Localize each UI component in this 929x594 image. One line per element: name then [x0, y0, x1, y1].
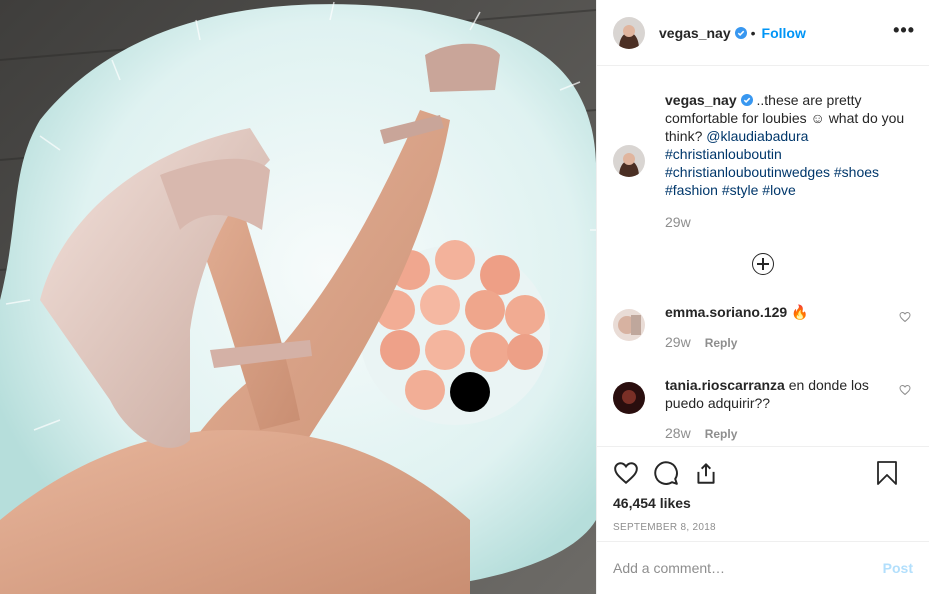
caption-mention-link[interactable]: @klaudiabadura — [706, 128, 808, 144]
comment-body: emma.soriano.129 🔥 29w Reply — [665, 303, 895, 352]
heart-icon[interactable] — [613, 460, 639, 486]
post-image[interactable] — [0, 0, 596, 594]
hashtag-link[interactable]: #love — [762, 182, 795, 198]
comment-icon[interactable] — [653, 460, 679, 486]
caption-age: 29w — [665, 214, 691, 230]
verified-badge-icon — [734, 26, 747, 39]
comment-meta: 29w Reply — [665, 333, 895, 352]
comment-age: 28w — [665, 425, 691, 441]
load-more-icon — [752, 253, 774, 275]
comment-item: tania.rioscarranza en donde los puedo ad… — [613, 376, 913, 443]
post-comment-button[interactable]: Post — [883, 560, 913, 576]
load-more-comments-button[interactable] — [613, 253, 913, 279]
post-photo-illustration — [0, 0, 596, 594]
more-options-icon[interactable]: ••• — [893, 21, 915, 39]
share-icon[interactable] — [693, 460, 719, 486]
caption-username[interactable]: vegas_nay — [665, 92, 737, 108]
separator-dot: • — [750, 24, 756, 41]
add-comment-input[interactable] — [613, 560, 883, 576]
commenter-avatar[interactable] — [613, 382, 645, 414]
add-comment-bar: Post — [597, 541, 929, 594]
like-comment-heart-icon[interactable] — [899, 311, 911, 323]
like-comment-heart-icon[interactable] — [899, 384, 911, 396]
hashtag-link[interactable]: #fashion — [665, 182, 718, 198]
bookmark-icon[interactable] — [875, 460, 899, 486]
follow-button[interactable]: Follow — [762, 25, 806, 41]
hashtag-link[interactable]: #style — [722, 182, 759, 198]
comment-age: 29w — [665, 334, 691, 350]
post-date: SEPTEMBER 8, 2018 — [613, 522, 716, 533]
reply-button[interactable]: Reply — [705, 336, 738, 350]
post-details-panel: vegas_nay • Follow ••• vegas_nay ..these… — [596, 0, 929, 594]
hashtag-link[interactable]: #christianlouboutinwedges — [665, 164, 830, 180]
reply-button[interactable]: Reply — [705, 427, 738, 441]
post-actions: 46,454 likes SEPTEMBER 8, 2018 — [597, 446, 929, 533]
commenter-username[interactable]: tania.rioscarranza — [665, 377, 785, 393]
comment-item: emma.soriano.129 🔥 29w Reply — [613, 303, 913, 352]
action-icons — [613, 447, 913, 499]
caption-body: vegas_nay ..these are pretty comfortable… — [665, 91, 913, 231]
caption: vegas_nay ..these are pretty comfortable… — [613, 67, 913, 231]
post-header: vegas_nay • Follow ••• — [597, 0, 929, 66]
comment-body: tania.rioscarranza en donde los puedo ad… — [665, 376, 895, 443]
commenter-avatar[interactable] — [613, 309, 645, 341]
comment-text: 🔥 — [787, 304, 809, 320]
comments-list[interactable]: vegas_nay ..these are pretty comfortable… — [597, 67, 929, 445]
hashtag-link[interactable]: #shoes — [834, 164, 879, 180]
caption-avatar[interactable] — [613, 145, 645, 177]
comment-meta: 28w Reply — [665, 424, 895, 443]
verified-badge-icon — [740, 94, 753, 106]
author-avatar[interactable] — [613, 16, 645, 49]
commenter-username[interactable]: emma.soriano.129 — [665, 304, 787, 320]
author-username[interactable]: vegas_nay — [659, 25, 731, 41]
hashtag-link[interactable]: #christianlouboutin — [665, 146, 782, 162]
